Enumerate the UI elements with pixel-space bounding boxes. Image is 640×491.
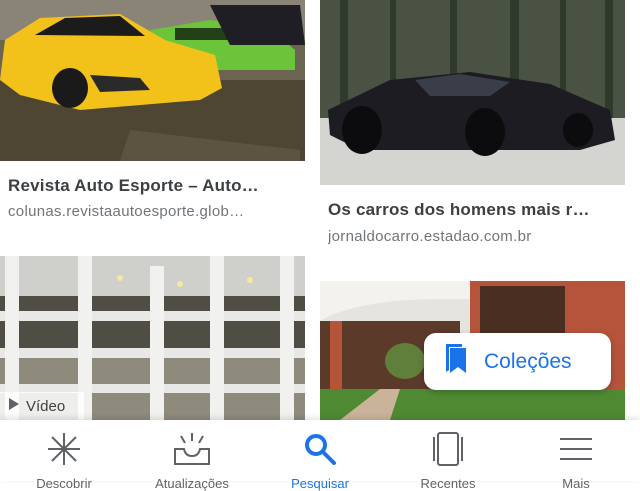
- nav-discover-label: Descobrir: [36, 476, 92, 491]
- menu-icon: [558, 432, 594, 466]
- result-source-1: colunas.revistaautoesporte.glob…: [8, 203, 245, 220]
- nav-search-label: Pesquisar: [291, 476, 349, 491]
- result-image-1[interactable]: [0, 0, 305, 161]
- inbox-icon: [172, 432, 212, 466]
- nav-updates[interactable]: Atualizações: [128, 420, 256, 491]
- play-icon: [8, 397, 20, 415]
- result-card-3[interactable]: Vídeo: [0, 256, 305, 420]
- result-title-1[interactable]: Revista Auto Esporte – Auto…: [8, 176, 298, 196]
- nav-recent-label: Recentes: [420, 476, 476, 491]
- result-image-2[interactable]: [320, 0, 625, 185]
- tabs-icon: [428, 432, 468, 466]
- bookmark-icon: [444, 343, 470, 380]
- collections-label: Coleções: [484, 349, 572, 373]
- nav-recent[interactable]: Recentes: [384, 420, 512, 491]
- result-card-2[interactable]: Os carros dos homens mais r… jornaldocar…: [320, 0, 625, 260]
- collections-button[interactable]: Coleções: [424, 333, 611, 390]
- bottom-navigation: Descobrir Atualizações Pesquisar Recente…: [0, 420, 640, 491]
- nav-more[interactable]: Mais: [512, 420, 640, 491]
- result-title-2[interactable]: Os carros dos homens mais r…: [328, 200, 623, 220]
- video-badge: Vídeo: [0, 392, 84, 420]
- sparkle-icon: [46, 432, 82, 466]
- nav-updates-label: Atualizações: [155, 476, 229, 491]
- search-icon: [303, 432, 337, 466]
- nav-discover[interactable]: Descobrir: [0, 420, 128, 491]
- video-badge-label: Vídeo: [26, 397, 66, 415]
- result-source-2: jornaldocarro.estadao.com.br: [328, 228, 532, 245]
- result-card-1[interactable]: Revista Auto Esporte – Auto… colunas.rev…: [0, 0, 305, 240]
- nav-search[interactable]: Pesquisar: [256, 420, 384, 491]
- nav-more-label: Mais: [562, 476, 590, 491]
